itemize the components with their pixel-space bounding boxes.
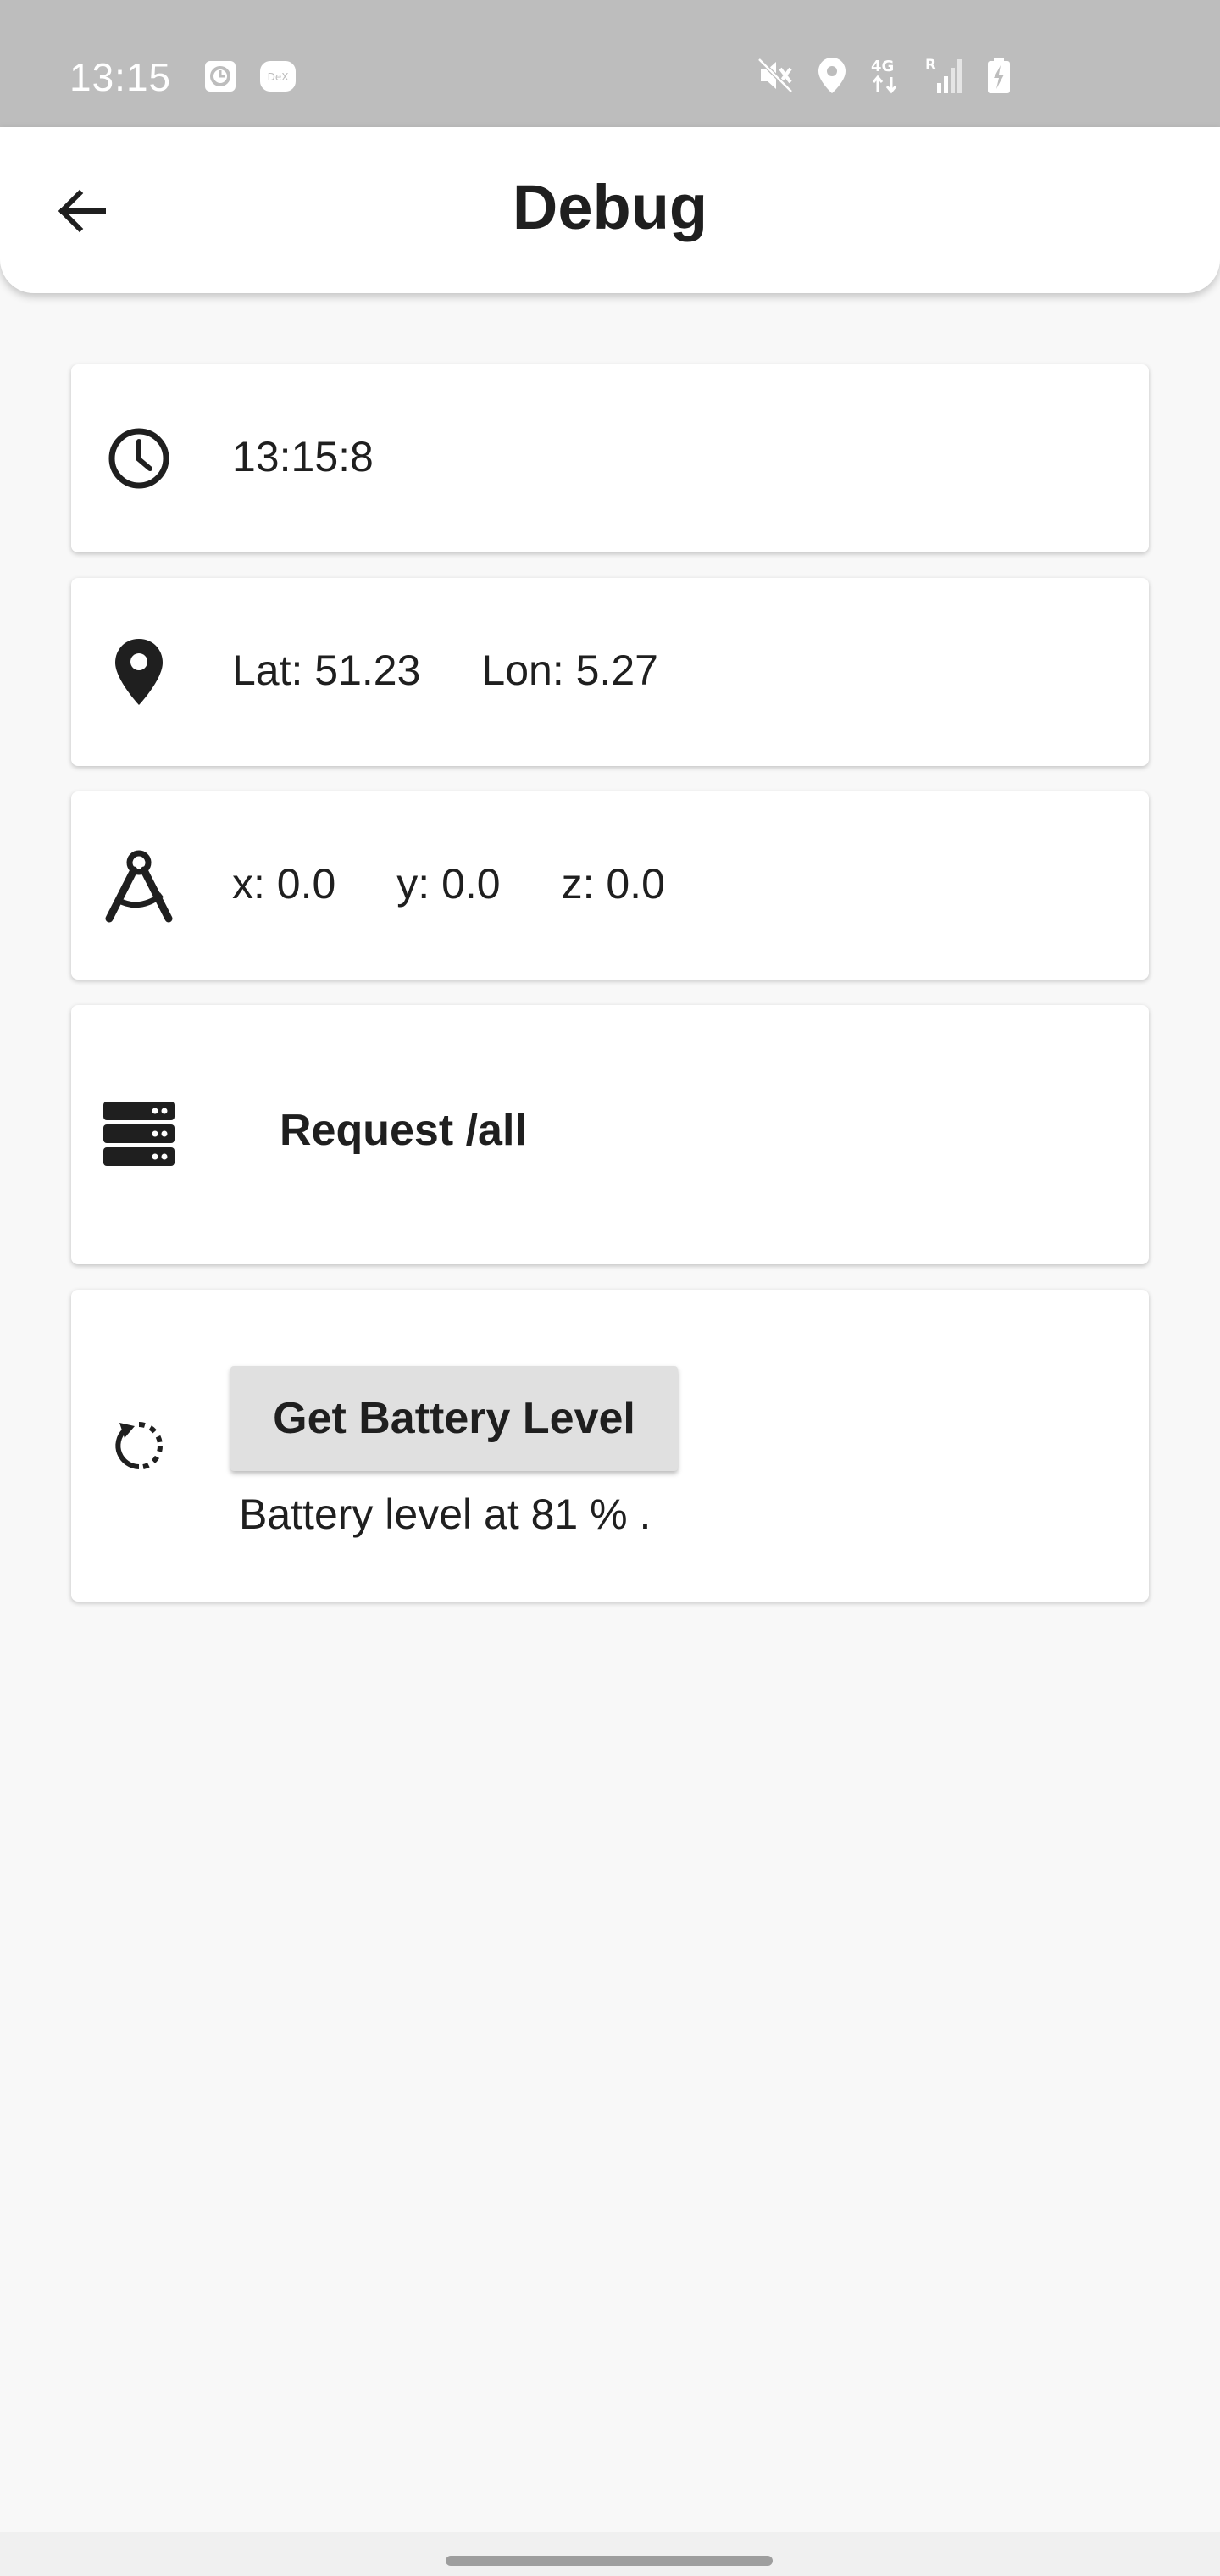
accel-z-value: z: 0.0 [561,860,665,908]
request-card: Request /all [71,1005,1149,1264]
network-4g-icon: 4G [869,56,903,99]
accelerometer-card: x: 0.0 y: 0.0 z: 0.0 [71,791,1149,980]
accel-y-value: y: 0.0 [396,860,501,908]
app-bar: Debug [0,127,1220,293]
location-values: Lat: 51.23 Lon: 5.27 [232,646,658,695]
navigation-bar [0,2532,1220,2576]
battery-status-text: Battery level at 81 % . [239,1491,652,1538]
refresh-icon [100,1407,178,1485]
status-left-icons: DeX [203,59,297,97]
battery-charging-icon [986,56,1012,99]
home-indicator[interactable] [446,2556,773,2566]
status-right-icons: 4G R [756,56,1012,99]
dex-icon: DeX [259,59,297,97]
clock-notification-icon [203,59,237,97]
compass-drafting-icon [100,847,178,924]
status-time: 13:15 [69,55,172,99]
location-pin-icon [100,633,178,711]
signal-roaming-icon: R [925,56,964,99]
accel-x-value: x: 0.0 [232,860,336,908]
battery-card: Get Battery Level Battery level at 81 % … [71,1290,1149,1602]
longitude-value: Lon: 5.27 [481,647,658,694]
current-time-value: 13:15:8 [232,433,374,480]
accelerometer-values: x: 0.0 y: 0.0 z: 0.0 [232,859,665,908]
time-card: 13:15:8 [71,364,1149,552]
page-title: Debug [512,172,708,242]
clock-icon [100,419,178,497]
request-all-button[interactable]: Request /all [280,1105,527,1156]
dex-label: DeX [268,71,289,83]
status-bar: 13:15 DeX 4G R [0,0,1220,127]
mute-icon [756,56,795,99]
latitude-value: Lat: 51.23 [232,647,421,694]
network-label: 4G [871,58,894,75]
location-card: Lat: 51.23 Lon: 5.27 [71,578,1149,766]
get-battery-level-button[interactable]: Get Battery Level [230,1366,678,1471]
roaming-label: R [925,57,936,74]
location-icon [817,56,847,99]
server-icon [100,1095,178,1173]
